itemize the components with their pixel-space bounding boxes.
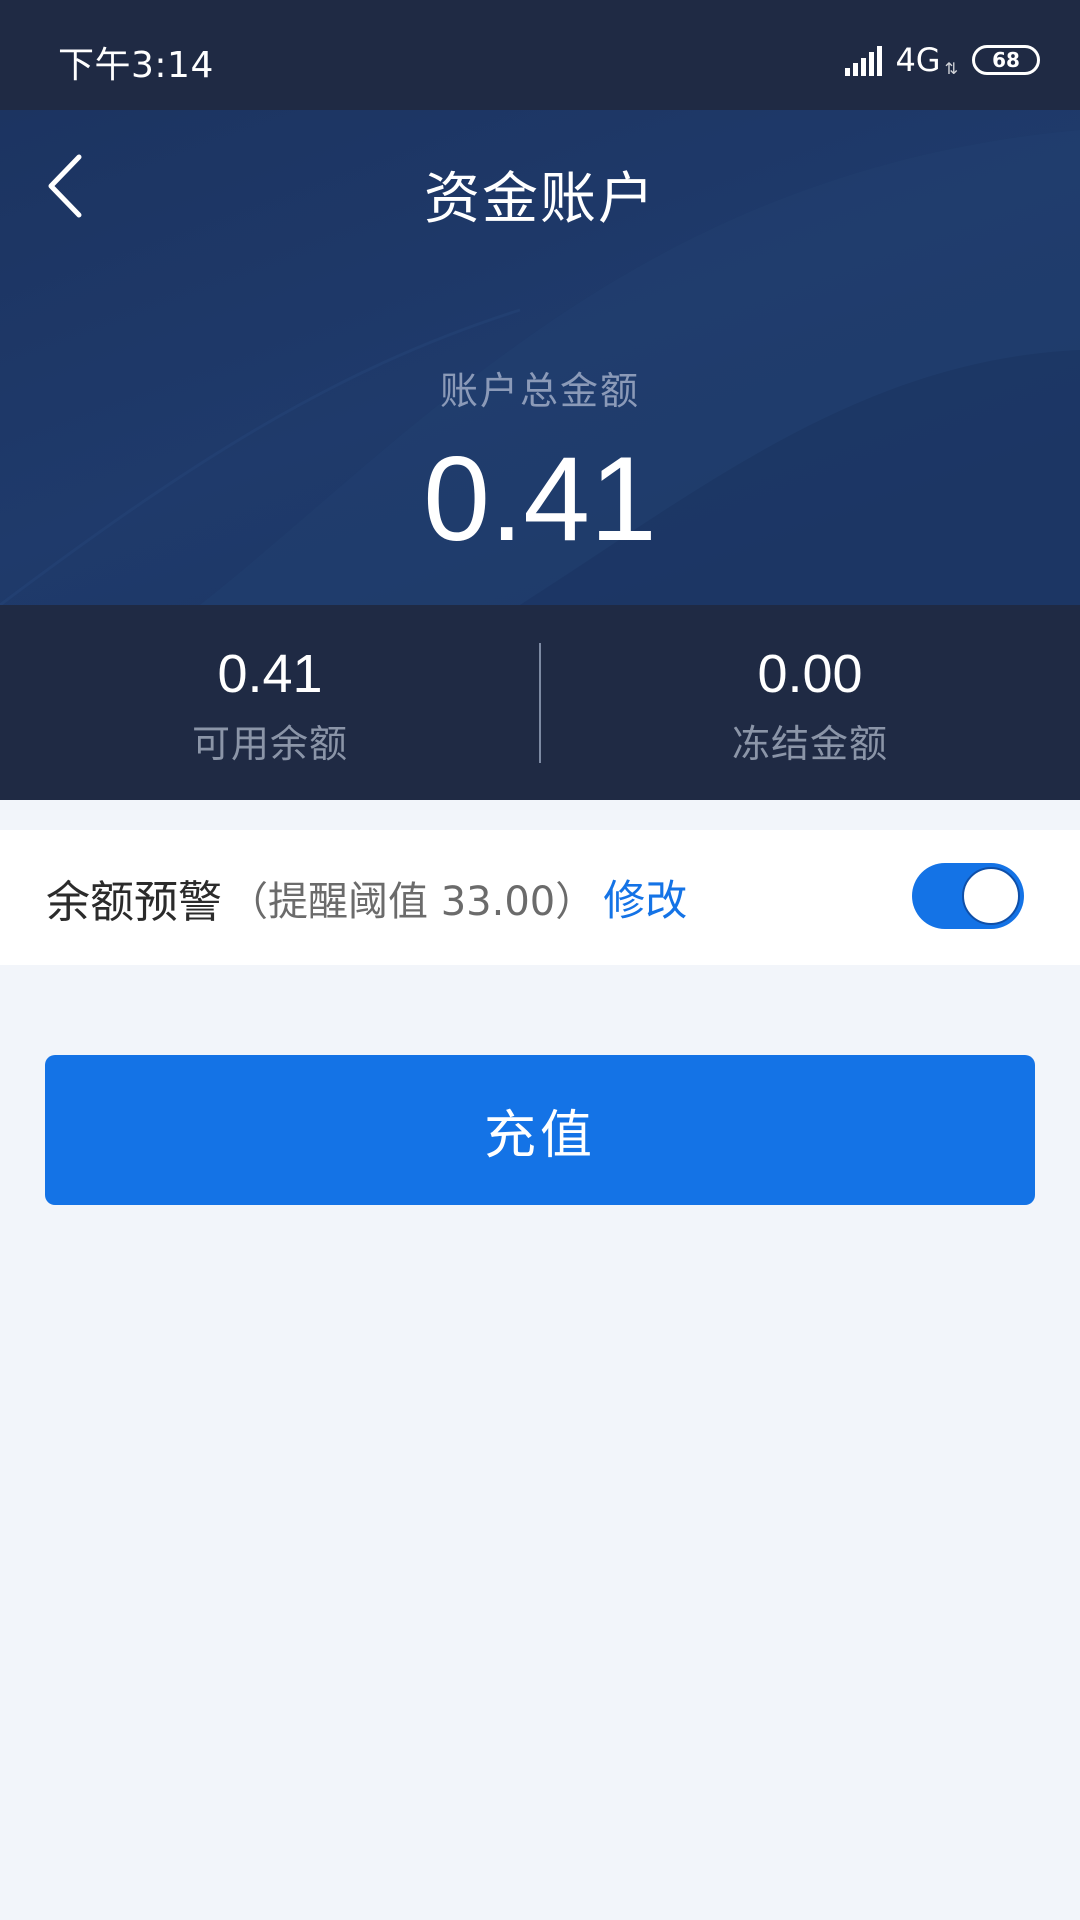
status-bar: 下午3:14 4G ⇅ 68	[0, 0, 1080, 110]
frozen-balance-value: 0.00	[757, 644, 863, 704]
balance-alert-threshold: （提醒阈值 33.00）	[228, 878, 596, 925]
battery-icon: 68	[972, 45, 1040, 75]
data-activity-icon: ⇅	[944, 58, 958, 78]
account-header: 资金账户 账户总金额 0.41	[0, 110, 1080, 605]
available-balance-label: 可用余额	[191, 722, 348, 766]
frozen-balance: 0.00 冻结金额	[540, 605, 1080, 800]
balance-alert-row: 余额预警 （提醒阈值 33.00） 修改	[0, 830, 1080, 965]
total-amount-label: 账户总金额	[439, 369, 640, 413]
page-title: 资金账户	[424, 167, 656, 232]
toggle-knob	[962, 867, 1020, 925]
network-type: 4G	[895, 41, 941, 79]
available-balance: 0.41 可用余额	[0, 605, 540, 800]
edit-threshold-link[interactable]: 修改	[603, 867, 687, 928]
status-indicators: 4G ⇅ 68	[845, 40, 1040, 80]
balance-summary: 0.41 可用余额 0.00 冻结金额	[0, 605, 1080, 800]
balance-alert-toggle[interactable]	[912, 863, 1024, 929]
status-time: 下午3:14	[58, 45, 214, 86]
total-amount-value: 0.41	[423, 432, 657, 566]
summary-divider	[539, 643, 541, 763]
recharge-button[interactable]: 充值	[45, 1055, 1035, 1205]
available-balance-value: 0.41	[217, 644, 323, 704]
frozen-balance-label: 冻结金额	[731, 722, 888, 766]
signal-icon	[845, 46, 883, 76]
battery-level: 68	[992, 48, 1020, 72]
balance-alert-title: 余额预警	[46, 876, 222, 928]
